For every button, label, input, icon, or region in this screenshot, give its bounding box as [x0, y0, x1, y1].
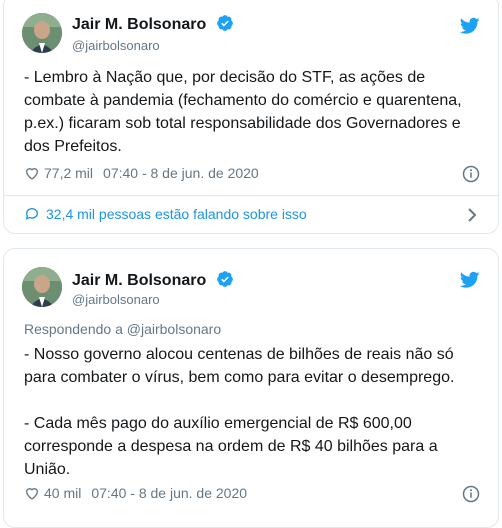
- author-name[interactable]: Jair M. Bolsonaro: [72, 14, 234, 34]
- timestamp[interactable]: 07:40 - 8 de jun. de 2020: [103, 165, 259, 181]
- author-handle[interactable]: @jairbolsonaro: [72, 38, 160, 53]
- heart-icon[interactable]: [24, 165, 40, 181]
- info-icon[interactable]: [462, 485, 480, 503]
- tweet-meta: 77,2 mil 07:40 - 8 de jun. de 2020: [24, 165, 259, 181]
- tweet-card[interactable]: Jair M. Bolsonaro @jairbolsonaro - Lembr…: [3, 0, 499, 234]
- author-name[interactable]: Jair M. Bolsonaro: [72, 270, 234, 290]
- like-count[interactable]: 40 mil: [44, 485, 81, 501]
- tweet-card[interactable]: Jair M. Bolsonaro @jairbolsonaro Respond…: [3, 248, 499, 528]
- conversation-text: 32,4 mil pessoas estão falando sobre iss…: [46, 206, 307, 222]
- verified-badge-icon: [216, 15, 233, 31]
- replying-to[interactable]: Respondendo a @jairbolsonaro: [24, 321, 221, 337]
- twitter-bird-icon[interactable]: [460, 17, 480, 35]
- avatar[interactable]: [22, 267, 62, 307]
- info-icon[interactable]: [462, 165, 480, 183]
- author-name-text: Jair M. Bolsonaro: [72, 272, 207, 289]
- comment-icon: [25, 208, 38, 220]
- timestamp[interactable]: 07:40 - 8 de jun. de 2020: [91, 485, 247, 501]
- tweet-text: - Lembro à Nação que, por decisão do STF…: [24, 69, 467, 155]
- author-name-text: Jair M. Bolsonaro: [72, 16, 207, 33]
- verified-badge-icon: [216, 271, 233, 287]
- like-count[interactable]: 77,2 mil: [44, 165, 93, 181]
- tweet-meta: 40 mil 07:40 - 8 de jun. de 2020: [24, 485, 247, 501]
- author-handle[interactable]: @jairbolsonaro: [72, 292, 160, 307]
- twitter-bird-icon[interactable]: [460, 271, 480, 289]
- tweet-text: - Nosso governo alocou centenas de bilhõ…: [24, 346, 455, 478]
- avatar[interactable]: [22, 13, 62, 53]
- heart-icon[interactable]: [24, 485, 40, 501]
- conversation-link[interactable]: 32,4 mil pessoas estão falando sobre iss…: [24, 206, 480, 222]
- divider: [4, 195, 498, 196]
- chevron-right-icon[interactable]: [466, 207, 478, 223]
- avatar-image: [22, 267, 62, 307]
- avatar-image: [22, 13, 62, 53]
